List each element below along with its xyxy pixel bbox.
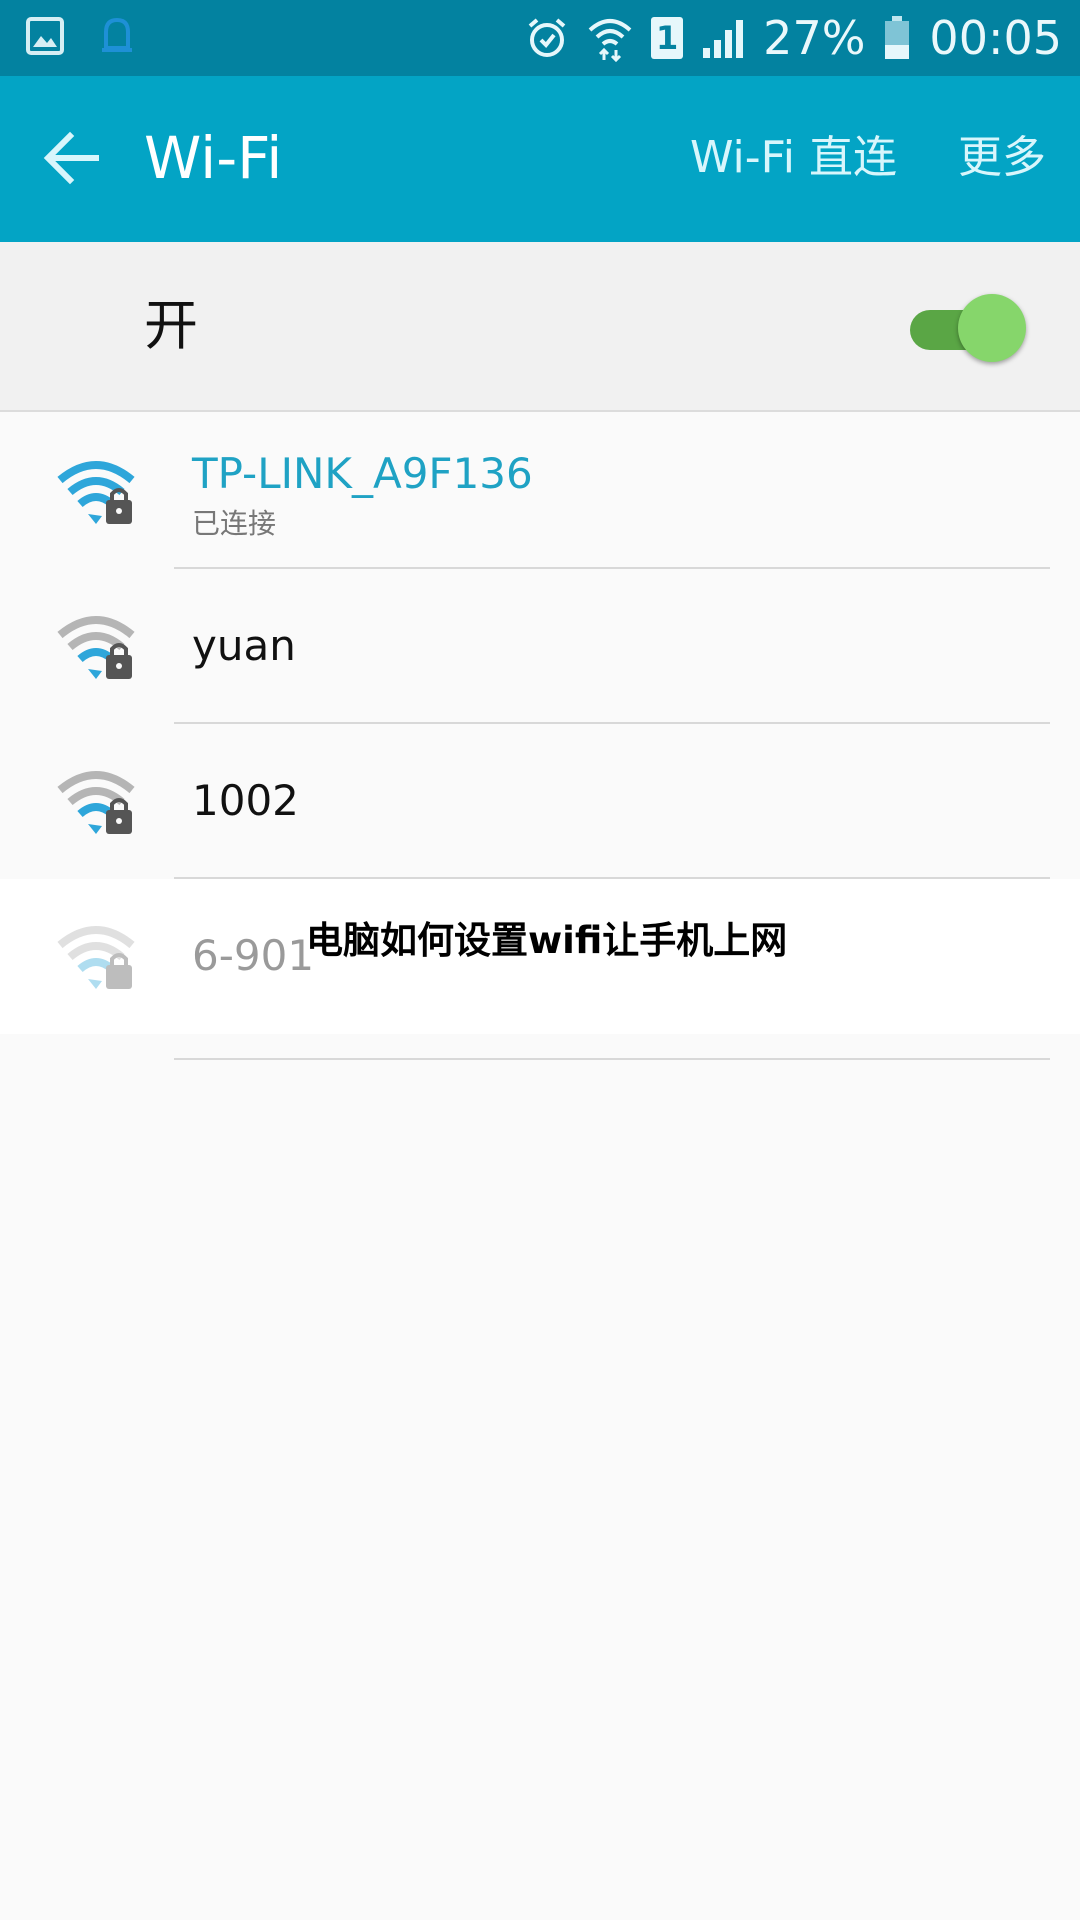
toggle-label: 开 — [144, 294, 198, 357]
network-item-6-901[interactable]: 6-901 电脑如何设置wifi让手机上网 — [0, 879, 1080, 1060]
battery-percent: 27% — [763, 11, 866, 65]
network-item-tp-link[interactable]: TP-LINK_A9F136 已连接 — [0, 414, 1080, 569]
status-bar: 1 27% 00:05 — [0, 0, 1080, 76]
network-name: yuan — [192, 621, 296, 670]
sim-icon: 1 — [651, 17, 684, 59]
wifi-direct-button[interactable]: Wi-Fi 直连 — [690, 130, 897, 186]
divider — [174, 1058, 1050, 1060]
wifi-signal-locked-icon — [57, 771, 135, 834]
wifi-signal-locked-icon — [57, 616, 135, 679]
alarm-icon — [528, 18, 566, 57]
back-button[interactable] — [36, 122, 108, 194]
wifi-data-icon — [588, 19, 632, 62]
arrow-left-icon — [43, 131, 99, 185]
network-item-1002[interactable]: 1002 — [0, 724, 1080, 879]
notification-icon — [102, 17, 132, 52]
wifi-signal-locked-icon — [57, 926, 135, 989]
wifi-signal-locked-icon — [57, 461, 135, 524]
network-status: 已连接 — [192, 507, 277, 540]
network-name: 6-901 — [192, 931, 315, 980]
switch-thumb — [958, 294, 1026, 362]
network-name: TP-LINK_A9F136 — [192, 449, 533, 498]
wifi-toggle-row[interactable]: 开 — [0, 242, 1080, 412]
network-name: 1002 — [192, 776, 299, 825]
battery-icon — [885, 16, 910, 59]
status-right-icons: 1 27% 00:05 — [525, 10, 1062, 66]
network-list: TP-LINK_A9F136 已连接 yuan 1002 6-901 电脑如何设… — [0, 414, 1080, 1060]
wifi-switch[interactable] — [910, 294, 1028, 364]
clock: 00:05 — [929, 11, 1062, 65]
signal-icon — [703, 20, 744, 58]
network-item-yuan[interactable]: yuan — [0, 569, 1080, 724]
status-left-icons — [26, 14, 136, 58]
app-bar: Wi-Fi Wi-Fi 直连 更多 — [0, 76, 1080, 242]
overlay-caption: 电脑如何设置wifi让手机上网 — [306, 919, 788, 962]
gallery-icon — [26, 17, 64, 55]
page-title: Wi-Fi — [144, 124, 283, 192]
more-button[interactable]: 更多 — [958, 130, 1046, 186]
